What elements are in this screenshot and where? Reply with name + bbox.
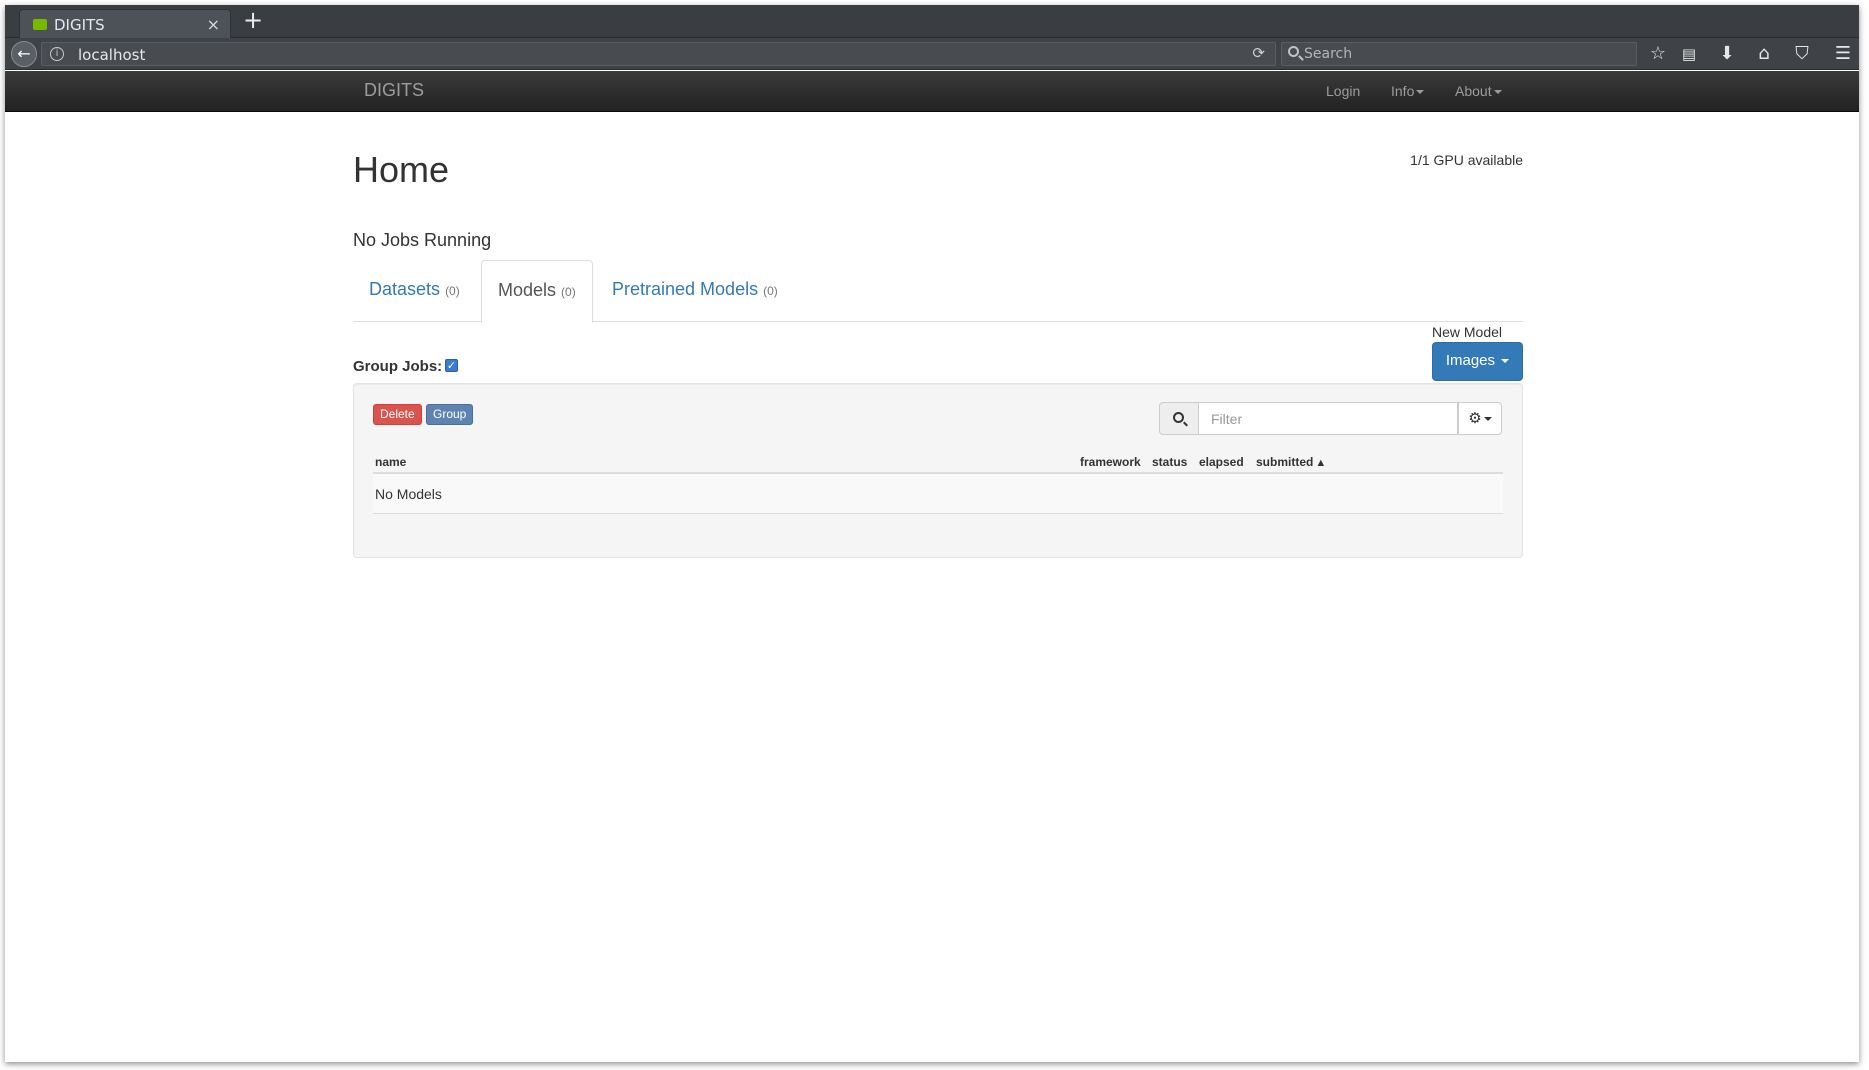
tab-pretrained-models[interactable]: Pretrained Models (0) <box>596 260 794 322</box>
new-tab-button[interactable]: + <box>243 8 263 32</box>
caret-down-icon <box>1416 90 1425 95</box>
home-icon[interactable]: ⌂ <box>1752 42 1776 66</box>
tab-models-count: (0) <box>561 285 576 299</box>
browser-search-placeholder: Search <box>1304 46 1353 62</box>
pocket-icon[interactable]: ⛉ <box>1790 42 1814 66</box>
info-menu-label: Info <box>1391 83 1415 99</box>
caret-down-icon <box>1493 90 1502 95</box>
back-button[interactable]: ← <box>11 41 37 67</box>
sort-ascending-icon: ▲ <box>1315 457 1327 469</box>
site-info-icon[interactable]: i <box>50 47 64 61</box>
table-header: name framework status elapsed submitted ▲ <box>373 452 1503 474</box>
jobs-status: No Jobs Running <box>353 230 492 250</box>
nvidia-favicon-icon <box>33 19 47 30</box>
browser-search-bar[interactable]: Search <box>1281 42 1637 66</box>
models-table: name framework status elapsed submitted ▲… <box>373 452 1503 514</box>
column-header-framework[interactable]: framework <box>1080 455 1141 469</box>
close-tab-icon[interactable]: × <box>207 15 220 34</box>
column-header-submitted[interactable]: submitted ▲ <box>1256 455 1326 469</box>
search-icon <box>1173 412 1184 423</box>
new-model-images-button[interactable]: Images <box>1432 342 1523 381</box>
column-header-name[interactable]: name <box>375 455 406 469</box>
tab-pretrained-models-label: Pretrained Models <box>612 279 759 299</box>
search-icon <box>1288 46 1299 57</box>
bookmark-star-icon[interactable]: ☆ <box>1646 42 1670 66</box>
delete-button[interactable]: Delete <box>373 404 422 425</box>
images-button-label: Images <box>1445 352 1496 369</box>
download-icon[interactable]: ⬇ <box>1715 42 1739 66</box>
tab-datasets-count: (0) <box>445 284 460 298</box>
group-jobs-label: Group Jobs: <box>353 358 443 375</box>
app-navbar: DIGITS Login Info About <box>5 71 1859 112</box>
browser-tab[interactable]: DIGITS × <box>19 9 231 38</box>
page-title: Home <box>353 149 450 190</box>
gear-icon: ⚙ <box>1468 409 1482 427</box>
browser-nav-bar: ← i localhost ⟳ Search ☆ ▤ ⬇ ⌂ ⛉ ☰ <box>5 38 1859 70</box>
reading-list-icon[interactable]: ▤ <box>1677 42 1701 66</box>
tab-datasets-label: Datasets <box>369 279 441 299</box>
group-button[interactable]: Group <box>426 404 474 425</box>
browser-window: DIGITS × + ← i localhost ⟳ Search ☆ ▤ ⬇ … <box>5 5 1859 1062</box>
filter-group <box>1159 402 1458 435</box>
browser-tab-title: DIGITS <box>54 16 105 34</box>
models-panel: Delete Group ⚙ name framework status ela… <box>353 383 1523 558</box>
url-text[interactable]: localhost <box>78 46 145 64</box>
tab-datasets[interactable]: Datasets (0) <box>353 260 476 322</box>
column-header-submitted-label: submitted <box>1256 455 1314 469</box>
table-row: No Models <box>373 474 1503 514</box>
tab-models[interactable]: Models (0) <box>481 260 593 323</box>
url-bar[interactable]: i localhost ⟳ <box>41 42 1276 66</box>
brand-logo[interactable]: DIGITS <box>364 80 424 101</box>
tab-pretrained-models-count: (0) <box>763 284 778 298</box>
filter-addon <box>1159 402 1199 435</box>
filter-input[interactable] <box>1198 402 1458 435</box>
caret-down-icon <box>1483 416 1492 421</box>
menu-icon[interactable]: ☰ <box>1831 42 1855 66</box>
new-model-label: New Model <box>1432 324 1503 340</box>
tab-models-label: Models <box>498 280 557 300</box>
job-tabs: Datasets (0) Models (0) Pretrained Model… <box>353 260 1523 323</box>
info-menu[interactable]: Info <box>1391 83 1425 99</box>
group-jobs-checkbox[interactable]: ✓ <box>445 359 458 372</box>
gpu-status: 1/1 GPU available <box>1410 152 1523 168</box>
column-header-elapsed[interactable]: elapsed <box>1199 455 1244 469</box>
column-settings-button[interactable]: ⚙ <box>1458 402 1502 435</box>
about-menu[interactable]: About <box>1455 83 1502 99</box>
column-header-status[interactable]: status <box>1152 455 1187 469</box>
login-link[interactable]: Login <box>1326 83 1360 99</box>
browser-tab-strip: DIGITS × + <box>5 5 1859 38</box>
reload-icon[interactable]: ⟳ <box>1252 44 1265 62</box>
empty-table-message: No Models <box>375 486 442 502</box>
about-menu-label: About <box>1455 83 1492 99</box>
caret-down-icon <box>1501 359 1510 364</box>
